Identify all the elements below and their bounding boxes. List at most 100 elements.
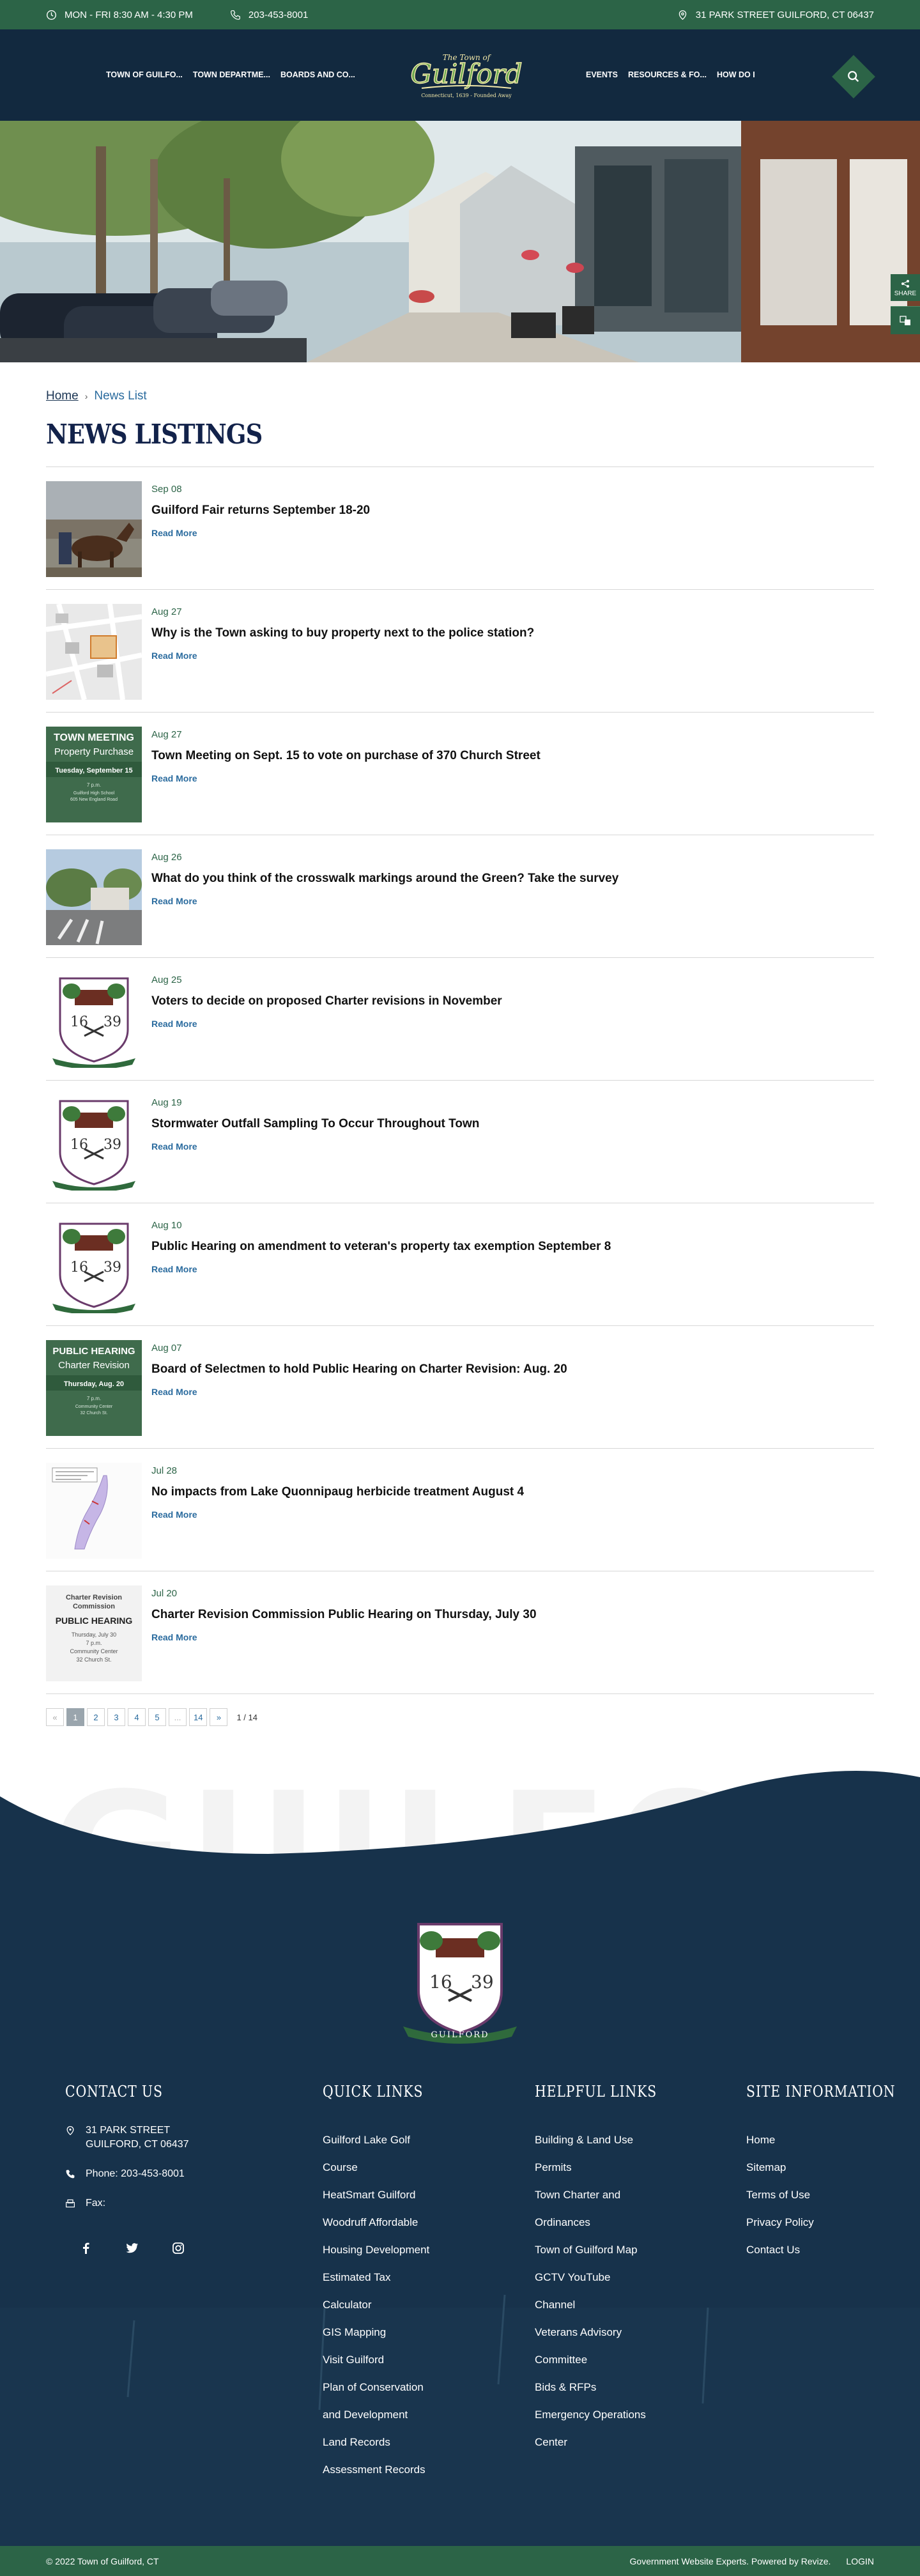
read-more-link[interactable]: Read More (151, 1019, 197, 1029)
svg-text:7 p.m.: 7 p.m. (87, 1396, 101, 1401)
page-2-button[interactable]: 2 (87, 1708, 105, 1726)
helpful-link-item[interactable]: Town of Guilford Map (535, 2236, 678, 2264)
quick-link-item[interactable]: HeatSmart Guilford (323, 2181, 441, 2209)
translate-button[interactable] (891, 306, 920, 334)
nav-town-departments[interactable]: TOWN DEPARTME... (193, 70, 270, 79)
search-button[interactable] (832, 55, 875, 98)
news-thumbnail[interactable]: Charter Revision Commission PUBLIC HEARI… (46, 1585, 142, 1681)
quick-link-item[interactable]: Woodruff Affordable (323, 2209, 441, 2236)
news-title[interactable]: Public Hearing on amendment to veteran's… (151, 1240, 611, 1254)
quick-link-item[interactable]: Housing Development (323, 2236, 441, 2264)
quick-link-item[interactable]: Assessment Records (323, 2456, 441, 2483)
news-title[interactable]: Why is the Town asking to buy property n… (151, 626, 534, 640)
read-more-link[interactable]: Read More (151, 1387, 197, 1397)
site-info-privacy-link[interactable]: Privacy Policy (746, 2209, 920, 2236)
svg-text:Community Center: Community Center (70, 1648, 118, 1654)
breadcrumb-home[interactable]: Home (46, 389, 79, 403)
helpful-link-item[interactable]: Permits (535, 2154, 678, 2181)
nav-how-do-i[interactable]: HOW DO I (717, 70, 755, 79)
news-title[interactable]: Voters to decide on proposed Charter rev… (151, 994, 502, 1008)
nav-boards-and-commissions[interactable]: BOARDS AND CO... (280, 70, 355, 79)
news-date: Sep 08 (151, 484, 182, 495)
quick-link-item[interactable]: GIS Mapping (323, 2318, 441, 2346)
svg-text:39: 39 (103, 1137, 121, 1153)
footer-phone[interactable]: Phone: 203-453-8001 (65, 2167, 189, 2181)
helpful-link-item[interactable]: Center (535, 2428, 678, 2456)
site-info-sitemap-link[interactable]: Sitemap (746, 2154, 920, 2181)
news-thumbnail[interactable] (46, 1463, 142, 1559)
news-thumbnail[interactable]: 16 39 (46, 972, 142, 1068)
town-meeting-graphic: TOWN MEETING Property Purchase Tuesday, … (46, 727, 142, 822)
quick-link-item[interactable]: Land Records (323, 2428, 441, 2456)
quick-link-item[interactable]: Calculator (323, 2291, 441, 2318)
read-more-link[interactable]: Read More (151, 651, 197, 661)
page-1-button[interactable]: 1 (66, 1708, 84, 1726)
page-4-button[interactable]: 4 (128, 1708, 146, 1726)
facebook-icon[interactable] (79, 2241, 93, 2255)
read-more-link[interactable]: Read More (151, 896, 197, 906)
read-more-link[interactable]: Read More (151, 1264, 197, 1274)
news-title[interactable]: Stormwater Outfall Sampling To Occur Thr… (151, 1117, 479, 1131)
news-thumbnail[interactable]: TOWN MEETING Property Purchase Tuesday, … (46, 727, 142, 822)
news-title[interactable]: Guilford Fair returns September 18-20 (151, 504, 370, 518)
helpful-link-item[interactable]: Emergency Operations (535, 2401, 678, 2428)
share-button[interactable]: SHARE (891, 274, 920, 301)
helpful-link-item[interactable]: Bids & RFPs (535, 2373, 678, 2401)
news-thumbnail[interactable] (46, 849, 142, 945)
helpful-link-item[interactable]: GCTV YouTube (535, 2264, 678, 2291)
quick-link-item[interactable]: Course (323, 2154, 441, 2181)
news-title[interactable]: What do you think of the crosswalk marki… (151, 872, 618, 886)
read-more-link[interactable]: Read More (151, 1632, 197, 1642)
news-thumbnail[interactable] (46, 604, 142, 700)
news-thumbnail[interactable] (46, 481, 142, 577)
nav-town-of-guilford[interactable]: TOWN OF GUILFO... (106, 70, 183, 79)
helpful-link-item[interactable]: Channel (535, 2291, 678, 2318)
news-title[interactable]: No impacts from Lake Quonnipaug herbicid… (151, 1485, 524, 1499)
quick-link-item[interactable]: and Development (323, 2401, 441, 2428)
quick-link-item[interactable]: Plan of Conservation (323, 2373, 441, 2401)
news-title[interactable]: Board of Selectmen to hold Public Hearin… (151, 1362, 567, 1377)
breadcrumb-current[interactable]: News List (94, 389, 146, 403)
news-title[interactable]: Town Meeting on Sept. 15 to vote on purc… (151, 749, 540, 763)
footer-town-seal[interactable]: 16 39 GUILFORD (401, 1918, 519, 2048)
address-link[interactable]: 31 PARK STREET GUILFORD, CT 06437 (677, 10, 874, 20)
read-more-link[interactable]: Read More (151, 773, 197, 783)
read-more-link[interactable]: Read More (151, 528, 197, 538)
site-info-terms-link[interactable]: Terms of Use (746, 2181, 920, 2209)
guilford-logo[interactable]: The Town of Guilford Connecticut, 1639 -… (409, 43, 524, 110)
fair-horses-image (46, 481, 142, 577)
read-more-link[interactable]: Read More (151, 1509, 197, 1520)
svg-text:TOWN MEETING: TOWN MEETING (54, 732, 134, 743)
quick-link-item[interactable]: Estimated Tax (323, 2264, 441, 2291)
site-info-contact-link[interactable]: Contact Us (746, 2236, 920, 2264)
news-thumbnail[interactable]: 16 39 (46, 1095, 142, 1191)
nav-resources-and-forms[interactable]: RESOURCES & FO... (628, 70, 707, 79)
instagram-icon[interactable] (171, 2241, 185, 2255)
helpful-link-item[interactable]: Building & Land Use (535, 2126, 678, 2154)
site-info-home-link[interactable]: Home (746, 2126, 920, 2154)
news-thumbnail[interactable]: 16 39 (46, 1217, 142, 1313)
helpful-link-item[interactable]: Town Charter and (535, 2181, 678, 2209)
powered-by-link[interactable]: Government Website Experts. Powered by R… (630, 2556, 831, 2566)
page-next-button[interactable]: » (210, 1708, 228, 1726)
footer-address[interactable]: 31 PARK STREET GUILFORD, CT 06437 (65, 2124, 189, 2152)
twitter-icon[interactable] (125, 2241, 139, 2255)
login-link[interactable]: LOGIN (846, 2556, 874, 2566)
page-3-button[interactable]: 3 (107, 1708, 125, 1726)
town-seal-image: 16 39 (46, 1095, 142, 1191)
phone-link[interactable]: 203-453-8001 (230, 10, 308, 20)
quick-link-item[interactable]: Guilford Lake Golf (323, 2126, 441, 2154)
helpful-link-item[interactable]: Ordinances (535, 2209, 678, 2236)
nav-events[interactable]: EVENTS (586, 70, 618, 79)
page-prev-button[interactable]: « (46, 1708, 64, 1726)
news-thumbnail[interactable]: PUBLIC HEARING Charter Revision Thursday… (46, 1340, 142, 1436)
page-14-button[interactable]: 14 (189, 1708, 208, 1726)
helpful-link-item[interactable]: Veterans Advisory (535, 2318, 678, 2346)
quick-link-item[interactable]: Visit Guilford (323, 2346, 441, 2373)
page-5-button[interactable]: 5 (148, 1708, 166, 1726)
helpful-link-item[interactable]: Committee (535, 2346, 678, 2373)
news-list: Sep 08 Guilford Fair returns September 1… (46, 467, 874, 1694)
read-more-link[interactable]: Read More (151, 1141, 197, 1152)
footer-bottom-bar: © 2022 Town of Guilford, CT Government W… (0, 2546, 920, 2576)
news-title[interactable]: Charter Revision Commission Public Heari… (151, 1608, 537, 1622)
